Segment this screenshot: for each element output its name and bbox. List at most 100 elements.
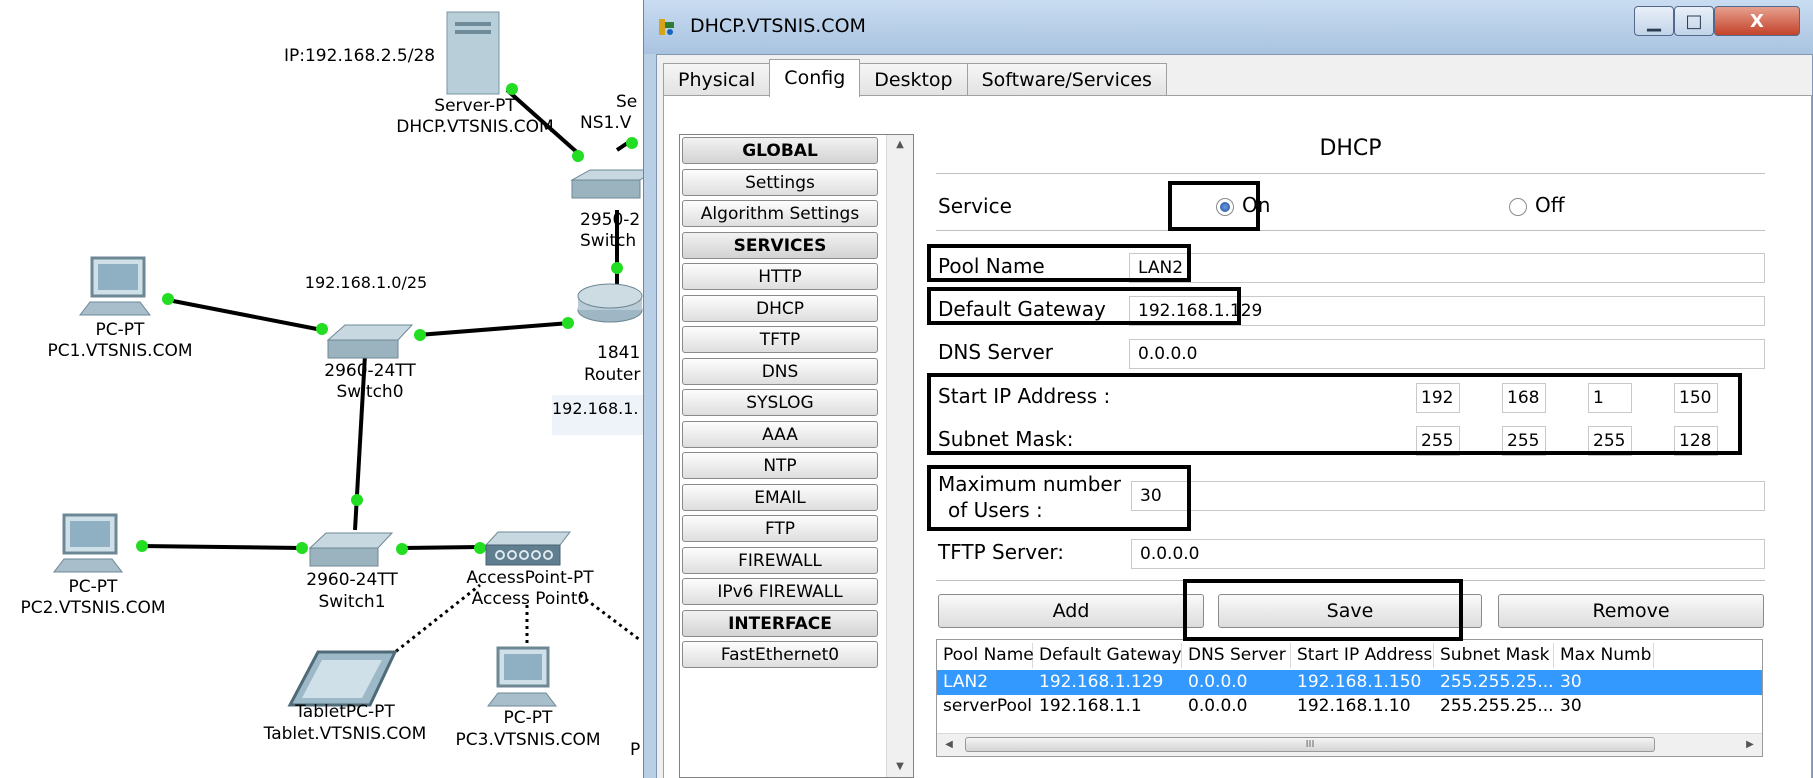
- switch2950-name: Switch: [580, 231, 637, 251]
- close-button[interactable]: X: [1714, 6, 1800, 36]
- nav-item-ntp[interactable]: NTP: [682, 452, 878, 479]
- switch0-type-label: 2960-24TT: [324, 361, 416, 381]
- nav-item-email[interactable]: EMAIL: [682, 483, 878, 511]
- column-header[interactable]: Pool Name: [937, 643, 1034, 668]
- device-window: DHCP.VTSNIS.COM ▁ □ X Physical Config De…: [643, 0, 1813, 778]
- maximize-button[interactable]: □: [1674, 6, 1714, 36]
- server2-type-label: Se: [616, 92, 638, 112]
- tftp-server-label: TFTP Server:: [938, 540, 1064, 564]
- pc3-name-label: PC3.VTSNIS.COM: [455, 730, 601, 750]
- dns-server-input[interactable]: 0.0.0.0: [1129, 339, 1765, 369]
- highlight-gateway: [927, 287, 1241, 325]
- pc2-name-label: PC2.VTSNIS.COM: [20, 598, 166, 618]
- switch1-name-label: Switch1: [318, 592, 386, 612]
- table-cell: 192.168.1.129: [1039, 672, 1164, 692]
- nav-item-syslog[interactable]: SYSLOG: [682, 389, 878, 416]
- table-row[interactable]: serverPool 192.168.1.1 0.0.0.0 192.168.1.10…: [937, 694, 1762, 719]
- minimize-button[interactable]: ▁: [1634, 6, 1674, 36]
- pc1-icon: [78, 256, 152, 316]
- highlight-pool-name: [927, 244, 1191, 282]
- partial-label: P: [630, 740, 641, 760]
- column-header[interactable]: Subnet Mask: [1434, 643, 1554, 668]
- tab-physical[interactable]: Physical: [663, 63, 771, 96]
- column-header[interactable]: Default Gateway: [1033, 643, 1182, 668]
- tab-config[interactable]: Config: [769, 59, 861, 97]
- highlight-max-users: [927, 465, 1191, 531]
- config-tab-panel: GLOBAL Settings Algorithm Settings SERVICES…: [663, 95, 1812, 778]
- column-header[interactable]: Max Numb: [1554, 643, 1654, 668]
- max-users-input[interactable]: 30: [1131, 481, 1765, 511]
- table-header: Pool Name Default Gateway DNS Server Start …: [937, 643, 1762, 668]
- nav-item-firewall[interactable]: FIREWALL: [682, 546, 878, 574]
- tab-software-services[interactable]: Software/Services: [966, 63, 1167, 96]
- highlight-start-ip-subnet: [927, 373, 1742, 455]
- tablet-icon: [287, 650, 398, 707]
- divider: [936, 173, 1765, 174]
- highlight-save: [1183, 579, 1463, 641]
- table-cell: 192.168.1.10: [1297, 696, 1411, 716]
- table-cell: 30: [1560, 696, 1582, 716]
- table-cell: 30: [1560, 672, 1582, 692]
- window-title: DHCP.VTSNIS.COM: [690, 15, 866, 37]
- access-point-icon: [484, 531, 572, 566]
- nav-item-aaa[interactable]: AAA: [682, 420, 878, 448]
- router-model-label: 1841: [597, 343, 641, 363]
- scroll-right-icon[interactable]: ▶: [1740, 735, 1760, 755]
- dhcp-panel: DHCP Service On Off Pool Name LAN2 Defau…: [927, 96, 1811, 778]
- pc2-type-label: PC-PT: [68, 577, 118, 597]
- server2-name-label: NS1.V: [580, 113, 632, 133]
- table-cell: 0.0.0.0: [1188, 696, 1248, 716]
- nav-item-global[interactable]: GLOBAL: [682, 137, 878, 164]
- title-bar[interactable]: DHCP.VTSNIS.COM ▁ □ X: [644, 0, 1813, 54]
- nav-item-ipv6-firewall[interactable]: IPv6 FIREWALL: [682, 578, 878, 605]
- nav-item-interface[interactable]: INTERFACE: [682, 609, 878, 637]
- pc1-name-label: PC1.VTSNIS.COM: [47, 341, 193, 361]
- router-ip-label: 192.168.1.: [552, 399, 639, 418]
- router-icon: [577, 283, 643, 323]
- radio-off-icon[interactable]: [1509, 197, 1527, 216]
- add-button[interactable]: Add: [938, 594, 1204, 628]
- server-ip-label: IP:192.168.2.5/28: [284, 46, 436, 66]
- nav-item-fastethernet0[interactable]: FastEthernet0: [682, 641, 878, 668]
- scroll-down-icon[interactable]: ▼: [887, 757, 913, 777]
- scroll-up-icon[interactable]: ▲: [887, 135, 913, 155]
- switch0-name-label: Switch0: [336, 382, 404, 402]
- column-header[interactable]: DNS Server: [1182, 643, 1291, 668]
- tab-bar: Physical Config Desktop Software/Service…: [663, 59, 1167, 97]
- table-cell: LAN2: [943, 672, 989, 692]
- service-label: Service: [938, 194, 1012, 218]
- nav-item-dns[interactable]: DNS: [682, 357, 878, 385]
- pc3-icon: [486, 646, 558, 707]
- server-type-label: Server-PT: [434, 96, 516, 116]
- pool-name-input[interactable]: LAN2: [1129, 253, 1765, 283]
- packet-tracer-icon: [659, 19, 674, 35]
- nav-item-tftp[interactable]: TFTP: [682, 326, 878, 353]
- nav-item-ftp[interactable]: FTP: [682, 515, 878, 542]
- nav-item-services[interactable]: SERVICES: [682, 231, 878, 259]
- highlight-service-on: [1168, 181, 1260, 231]
- scroll-thumb[interactable]: III: [965, 737, 1655, 752]
- nav-item-settings[interactable]: Settings: [682, 168, 878, 196]
- table-cell: 0.0.0.0: [1188, 672, 1248, 692]
- pc3-type-label: PC-PT: [503, 708, 553, 728]
- tab-desktop[interactable]: Desktop: [859, 63, 968, 96]
- network-label: 192.168.1.0/25: [304, 273, 428, 292]
- switch0-icon: [326, 324, 414, 359]
- tftp-server-input[interactable]: 0.0.0.0: [1131, 539, 1765, 569]
- table-row[interactable]: LAN2 192.168.1.129 0.0.0.0 192.168.1.150 255…: [937, 670, 1762, 695]
- column-header[interactable]: Start IP Address: [1291, 643, 1434, 668]
- pc1-type-label: PC-PT: [95, 320, 145, 340]
- switch2950-label: 2950-2: [580, 210, 641, 230]
- nav-item-http[interactable]: HTTP: [682, 263, 878, 290]
- tablet-type-label: TabletPC-PT: [295, 702, 395, 722]
- service-off-radio[interactable]: Off: [1509, 193, 1565, 217]
- divider: [936, 230, 1765, 231]
- nav-item-algorithm-settings[interactable]: Algorithm Settings: [682, 200, 878, 227]
- nav-scrollbar[interactable]: ▲ ▼: [886, 135, 913, 777]
- remove-button[interactable]: Remove: [1498, 594, 1764, 628]
- scroll-left-icon[interactable]: ◀: [939, 735, 959, 755]
- pc2-icon: [52, 513, 124, 573]
- table-hscrollbar[interactable]: ◀ III ▶: [937, 733, 1762, 756]
- nav-item-dhcp[interactable]: DHCP: [682, 294, 878, 322]
- switch1-icon: [308, 532, 394, 567]
